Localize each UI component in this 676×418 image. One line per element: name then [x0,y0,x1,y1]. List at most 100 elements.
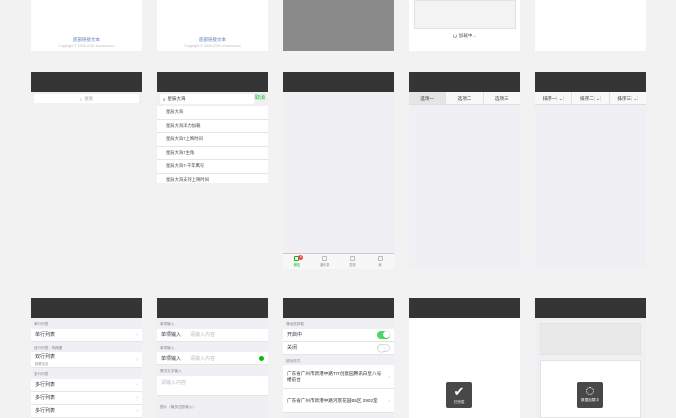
search-panel: ⌕ 搜索 [31,72,142,103]
textarea-placeholder: 请输入内容 [161,379,187,386]
address-text: 广东省广州市新港中路河景花园B5区 2902室 [287,397,378,403]
tab-option-2[interactable]: 选项二 [446,92,484,104]
spinner-icon [586,387,594,395]
list-item-label: 单行列表 [35,332,56,338]
suggestion-item[interactable]: 星辰大海洋力加载 [157,120,268,133]
loading-panel: 加载中... [409,0,520,51]
list-item[interactable]: 单行列表 › [31,328,142,342]
sort-label: 排序二 [580,96,595,101]
footer-copyright: Copyright © 2008-2016 xxxxxxxxxxx [58,44,115,48]
segment-tabs: 选项一 选项二 选项三 [409,92,520,105]
search-query: 星辰大海 [167,96,186,101]
skeleton-block [540,323,641,355]
nav-bar [535,298,646,318]
textarea-field[interactable]: 请输入内容 [157,375,268,396]
list-item-summary: 摘要信息 [35,362,49,366]
suggestion-item[interactable]: 星辰大海7上映时间 [157,133,268,147]
suggestion-item[interactable]: 星辰大海7-千年鹰号 [157,160,268,174]
address-item[interactable]: 广东省广州市新港中路TIT创意园腾讯白皇八号楼前台 › [283,365,394,389]
chevron-right-icon: › [136,394,138,401]
toast-loading: 数据加载中 [577,382,603,408]
footer-link[interactable]: 底部链接文本 [31,37,142,43]
sort-option-3[interactable]: 排序三 ⌄ [610,92,646,104]
loading-text: 加载中... [458,33,477,38]
group-title: 单行列表 [34,322,49,326]
list-item[interactable]: 双行列表摘要信息 › [31,352,142,368]
footer-link[interactable]: 底部链接文本 [157,37,268,43]
tab-item-chats[interactable]: 8 微信 [283,254,311,269]
nav-bar [157,298,268,318]
address-item[interactable]: 广东省广州市新港中路河景花园B5区 2902室 › [283,389,394,413]
toggle-switch-off[interactable] [377,343,390,352]
chevron-down-icon: ⌄ [596,96,601,101]
group-title: 超出样式 [286,358,301,363]
list-item-label: 双行列表 [35,354,56,360]
checkmark-icon: ✔ [453,384,465,399]
chevron-right-icon: › [136,407,138,414]
text-field[interactable]: 单项输入 请输入内容 [157,328,268,342]
nav-bar [157,72,268,92]
toast-text: 已完成 [453,400,465,404]
toast-text: 数据加载中 [581,398,599,402]
chevron-right-icon: › [388,373,390,380]
footer-copyright: Copyright © 2008-2016 xxxxxxxxxxx [184,44,241,48]
search-input[interactable]: ⌕ 星辰大海 [160,94,254,104]
tab-item-contacts[interactable]: 通讯录 [311,254,339,269]
tab-label: 我 [378,263,382,267]
discover-icon [349,256,355,261]
footer-panel-1: 底部链接文本 Copyright © 2008-2016 xxxxxxxxxxx [31,0,142,51]
group-title: 图片（最多四张输入） [160,404,196,409]
nav-bar [31,298,142,318]
search-input[interactable]: ⌕ 搜索 [34,94,139,103]
tab-label: 通讯录 [319,263,330,267]
list-item[interactable]: 多行列表 › [31,391,142,405]
suggestion-item[interactable]: 星辰大海 [157,106,268,120]
profile-icon [377,256,383,261]
toast-done-panel: ✔ 已完成 [409,298,520,418]
switch-label: 关闭 [287,345,298,351]
chevron-right-icon: › [388,397,390,404]
switch-panel: 滑动选择框 开启中 关闭 超出样式 广东省广州市新港中路TIT创意园腾讯白皇八号… [283,298,394,418]
tab-label: 微信 [293,263,301,267]
tab-item-me[interactable]: 我 [366,254,394,269]
nav-bar [283,298,394,318]
group-title: 情况文字输入 [160,369,182,373]
sort-option-2[interactable]: 排序二 ⌄ [572,92,610,104]
chevron-down-icon: ⌄ [558,96,564,101]
list-item-label: 多行列表 [35,408,56,414]
unread-badge: 8 [298,255,304,260]
sort-label: 排序三 [617,96,633,101]
sort-tabs: 排序一 ⌄ 排序二 ⌄ 排序三 ⌄ [535,92,646,105]
blank-panel [535,0,646,51]
toast-success: ✔ 已完成 [446,382,472,408]
cancel-button[interactable]: 取消 [255,94,265,101]
group-title: 滑动选择框 [286,322,304,326]
contacts-icon [322,256,328,261]
form-panel: 单项输入 单项输入 请输入内容 单项输入 单项输入 请输入内容 情况文字输入 请输入… [157,298,268,418]
sort-label: 排序一 [542,96,558,101]
search-placeholder: 搜索 [84,96,94,101]
tab-option-1[interactable]: 选项一 [409,92,447,104]
group-title: 单项输入 [160,322,175,326]
toggle-switch-on[interactable] [377,330,390,339]
sort-panel: 排序一 ⌄ 排序二 ⌄ 排序三 ⌄ [535,72,646,269]
chevron-right-icon: › [136,356,138,363]
tabs-panel: 选项一 选项二 选项三 [409,72,520,269]
list-item[interactable]: 多行列表 › [31,404,142,418]
suggestion-item[interactable]: 星辰大海支持上映时间 [157,174,268,184]
search-bar: ⌕ 搜索 [31,92,142,103]
tab-item-discover[interactable]: 发现 [339,254,367,269]
tab-option-3[interactable]: 选项三 [484,92,520,104]
search-bar: ⌕ 星辰大海 [157,92,268,106]
field-label: 单项输入 [161,332,182,338]
loading-indicator: 加载中... [409,33,520,39]
list-item[interactable]: 多行列表 › [31,378,142,392]
nav-bar [31,72,142,92]
list-item-label: 多行列表 [35,382,56,388]
search-icon: ⌕ [79,96,83,102]
suggestion-item[interactable]: 星辰大海7主角 [157,147,268,160]
sort-option-1[interactable]: 排序一 ⌄ [535,92,573,104]
text-field[interactable]: 单项输入 请输入内容 [157,352,268,365]
group-title: 多行列表 [34,372,49,376]
spinner-icon [452,33,457,38]
